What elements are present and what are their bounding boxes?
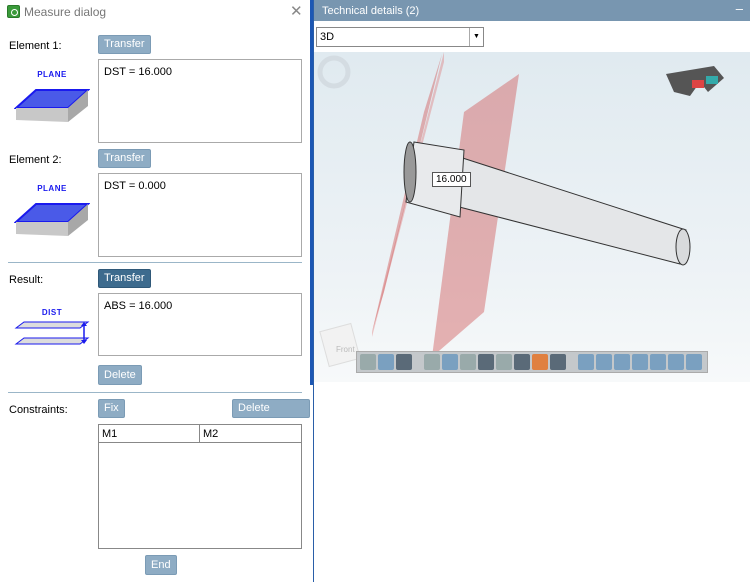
element1-value-box[interactable]: DST = 16.000 bbox=[98, 59, 302, 143]
app-icon bbox=[7, 5, 20, 18]
element1-label: Element 1: bbox=[9, 40, 62, 52]
plane-caption: PLANE bbox=[37, 184, 67, 193]
element2-label: Element 2: bbox=[9, 154, 62, 166]
plane-icon bbox=[14, 203, 90, 236]
dialog-titlebar: Measure dialog ✕ bbox=[0, 0, 310, 24]
view-right-icon[interactable] bbox=[614, 354, 630, 370]
color-icon[interactable] bbox=[532, 354, 548, 370]
model-view: Front bbox=[317, 52, 724, 368]
minimize-icon[interactable]: – bbox=[736, 1, 743, 16]
column-m1[interactable]: M1 bbox=[99, 425, 200, 442]
dimension-label: 16.000 bbox=[432, 172, 471, 187]
element1-transfer-button[interactable]: Transfer bbox=[98, 35, 151, 54]
view-iso2-icon[interactable] bbox=[650, 354, 666, 370]
dist-caption: DIST bbox=[41, 308, 63, 317]
view-mode-value: 3D bbox=[320, 31, 335, 43]
view-front-icon[interactable] bbox=[578, 354, 594, 370]
shaded-icon[interactable] bbox=[378, 354, 394, 370]
result-value-box[interactable]: ABS = 16.000 bbox=[98, 293, 302, 356]
zoom-icon[interactable] bbox=[424, 354, 440, 370]
element2-transfer-button[interactable]: Transfer bbox=[98, 149, 151, 168]
distance-icon bbox=[14, 321, 90, 345]
view-bottom-icon[interactable] bbox=[686, 354, 702, 370]
view-mode-select[interactable]: 3D ▼ bbox=[316, 27, 484, 47]
shaded-edges-icon[interactable] bbox=[396, 354, 412, 370]
view-iso1-icon[interactable] bbox=[632, 354, 648, 370]
divider bbox=[8, 392, 302, 393]
fix-button[interactable]: Fix bbox=[98, 399, 125, 418]
measure-dialog: Measure dialog ✕ Element 1: Transfer PLA… bbox=[0, 0, 310, 582]
column-m2[interactable]: M2 bbox=[200, 425, 301, 442]
view-top-icon[interactable] bbox=[596, 354, 612, 370]
view-toolbar bbox=[356, 351, 708, 373]
end-button[interactable]: End bbox=[145, 555, 177, 575]
3d-glasses-icon bbox=[666, 66, 724, 96]
mesh-icon[interactable] bbox=[496, 354, 512, 370]
view-cube-label: Front bbox=[336, 345, 355, 354]
cube-dark-icon[interactable] bbox=[550, 354, 566, 370]
technical-details-panel: Technical details (2) – 3D ▼ Front 16.000 bbox=[313, 0, 750, 582]
plane-icon bbox=[14, 89, 90, 122]
3d-viewport[interactable]: Front 16.000 bbox=[314, 52, 750, 382]
shaded-dark-icon[interactable] bbox=[514, 354, 530, 370]
element2-value-box[interactable]: DST = 0.000 bbox=[98, 173, 302, 257]
section-icon[interactable] bbox=[442, 354, 458, 370]
constraints-table[interactable]: M1 M2 bbox=[98, 424, 302, 549]
measure-icon[interactable] bbox=[478, 354, 494, 370]
close-icon[interactable]: ✕ bbox=[290, 2, 303, 20]
result-transfer-button[interactable]: Transfer bbox=[98, 269, 151, 288]
explode-icon[interactable] bbox=[460, 354, 476, 370]
divider bbox=[8, 262, 302, 263]
constraints-label: Constraints: bbox=[9, 404, 68, 416]
details-title: Technical details (2) bbox=[322, 5, 420, 17]
delete-button[interactable]: Delete bbox=[98, 365, 142, 385]
view-iso3-icon[interactable] bbox=[668, 354, 684, 370]
dialog-title: Measure dialog bbox=[24, 5, 107, 19]
wireframe-icon[interactable] bbox=[360, 354, 376, 370]
plane-caption: PLANE bbox=[37, 70, 67, 79]
details-titlebar: Technical details (2) – bbox=[314, 0, 750, 21]
chevron-down-icon[interactable]: ▼ bbox=[469, 28, 483, 46]
delete-fixation-button[interactable]: Delete fixation bbox=[232, 399, 310, 431]
result-label: Result: bbox=[9, 274, 44, 286]
rotate-icon bbox=[317, 55, 351, 89]
table-header: M1 M2 bbox=[99, 425, 301, 443]
